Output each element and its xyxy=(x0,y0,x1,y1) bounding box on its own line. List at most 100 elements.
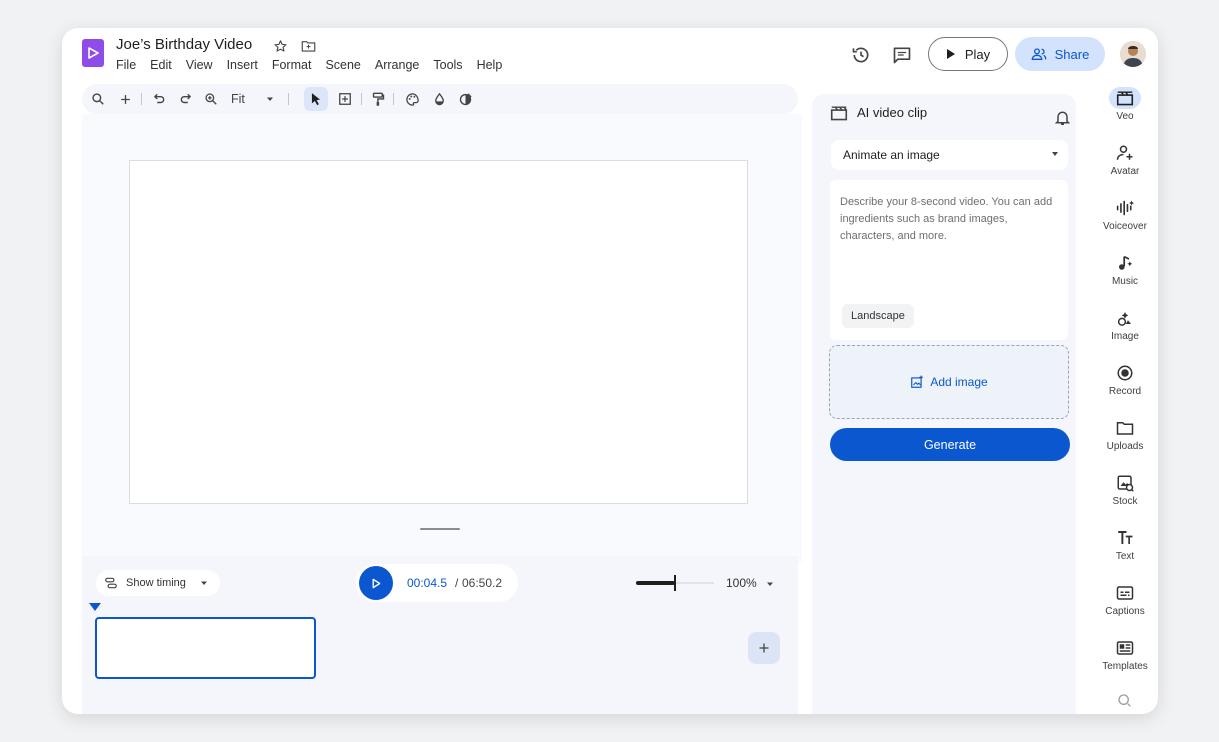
rail-item-captions[interactable]: Captions xyxy=(1095,582,1155,617)
star-icon[interactable] xyxy=(272,38,288,54)
prompt-input[interactable]: Describe your 8-second video. You can ad… xyxy=(830,180,1068,340)
rail-item-templates[interactable]: Templates xyxy=(1095,637,1155,672)
rail-label: Music xyxy=(1111,276,1139,287)
add-image-dropzone[interactable]: Add image xyxy=(829,345,1069,419)
fill-color-icon[interactable] xyxy=(431,91,447,107)
timeline-clip[interactable] xyxy=(95,617,316,679)
show-timing-dropdown[interactable]: Show timing xyxy=(96,570,220,596)
menu-view[interactable]: View xyxy=(186,58,213,72)
plus-icon xyxy=(759,643,769,653)
video-clip-icon xyxy=(830,105,850,123)
templates-icon xyxy=(1109,637,1141,659)
chevron-down-icon xyxy=(200,581,207,585)
show-timing-label: Show timing xyxy=(126,577,186,589)
more-tools-icon[interactable] xyxy=(1117,693,1133,709)
menu-arrange[interactable]: Arrange xyxy=(375,58,419,72)
redo-icon[interactable] xyxy=(178,91,194,107)
palette-icon[interactable] xyxy=(404,91,420,107)
avatar-icon xyxy=(1109,142,1141,164)
move-to-folder-icon[interactable] xyxy=(300,38,316,54)
timing-icon xyxy=(105,577,117,589)
rail-item-stock[interactable]: Stock xyxy=(1095,472,1155,507)
menu-edit[interactable]: Edit xyxy=(150,58,172,72)
add-icon[interactable] xyxy=(117,91,133,107)
rail-item-record[interactable]: Record xyxy=(1095,362,1155,397)
timeline-resize-handle[interactable] xyxy=(420,528,460,530)
share-button[interactable]: Share xyxy=(1015,37,1105,71)
rail-label: Veo xyxy=(1116,111,1134,122)
rail-item-text[interactable]: Text xyxy=(1095,527,1155,562)
vids-logo-icon[interactable] xyxy=(82,39,104,67)
aspect-ratio-chip[interactable]: Landscape xyxy=(842,304,914,328)
bell-icon[interactable] xyxy=(1054,109,1071,127)
rail-label: Image xyxy=(1111,331,1139,342)
comments-icon[interactable] xyxy=(890,43,914,67)
menu-format[interactable]: Format xyxy=(272,58,312,72)
menu-help[interactable]: Help xyxy=(477,58,503,72)
toolbar-divider xyxy=(141,93,142,105)
undo-icon[interactable] xyxy=(151,91,167,107)
version-history-icon[interactable] xyxy=(849,43,873,67)
cursor-icon[interactable] xyxy=(308,91,324,107)
timeline-play-button[interactable] xyxy=(359,566,393,600)
search-icon[interactable] xyxy=(90,91,106,107)
rail-label: Templates xyxy=(1102,661,1148,672)
folder-icon xyxy=(1109,417,1141,439)
play-button[interactable]: Play xyxy=(928,37,1008,71)
total-duration: 06:50.2 xyxy=(462,576,503,590)
zoom-fit-select[interactable]: Fit xyxy=(231,92,245,106)
current-time: 00:04.5 xyxy=(407,576,448,590)
rail-item-veo[interactable]: Veo xyxy=(1095,87,1155,122)
generate-button[interactable]: Generate xyxy=(830,428,1070,461)
voiceover-icon xyxy=(1109,197,1141,219)
time-separator: / xyxy=(455,576,459,590)
image-icon xyxy=(1109,307,1141,329)
zoom-slider-fill xyxy=(636,581,675,585)
mask-shape-icon[interactable] xyxy=(457,91,473,107)
rail-label: Text xyxy=(1115,551,1135,562)
chevron-down-icon[interactable] xyxy=(262,91,278,107)
play-icon xyxy=(946,49,955,59)
chevron-down-icon xyxy=(1052,152,1058,156)
add-image-icon xyxy=(911,375,924,388)
timeline-zoom-slider[interactable] xyxy=(636,575,714,591)
scene-canvas[interactable] xyxy=(129,160,748,504)
play-icon xyxy=(372,578,381,588)
stock-icon xyxy=(1109,472,1141,494)
text-icon xyxy=(1109,527,1141,549)
rail-label: Captions xyxy=(1105,606,1145,617)
rail-item-image[interactable]: Image xyxy=(1095,307,1155,342)
add-image-label: Add image xyxy=(930,375,988,389)
rail-label: Uploads xyxy=(1106,441,1144,452)
music-icon xyxy=(1109,252,1141,274)
document-title[interactable]: Joe’s Birthday Video xyxy=(116,36,252,53)
rail-item-music[interactable]: Music xyxy=(1095,252,1155,287)
rail-item-uploads[interactable]: Uploads xyxy=(1095,417,1155,452)
rail-label: Voiceover xyxy=(1103,221,1147,232)
zoom-in-icon[interactable] xyxy=(203,91,219,107)
rail-item-voiceover[interactable]: Voiceover xyxy=(1095,197,1155,232)
insert-textbox-icon[interactable] xyxy=(337,91,353,107)
panel-title: AI video clip xyxy=(857,105,928,120)
playback-controls: 00:04.5 / 06:50.2 xyxy=(356,564,518,602)
zoom-slider-thumb[interactable] xyxy=(674,575,676,591)
menu-tools[interactable]: Tools xyxy=(433,58,462,72)
mode-select[interactable]: Animate an image xyxy=(831,140,1068,170)
rail-item-avatar[interactable]: Avatar xyxy=(1095,142,1155,177)
menu-file[interactable]: File xyxy=(116,58,136,72)
add-scene-button[interactable] xyxy=(748,632,780,664)
menu-scene[interactable]: Scene xyxy=(325,58,360,72)
playhead-marker[interactable] xyxy=(89,603,101,611)
zoom-percentage: 100% xyxy=(726,576,757,590)
paint-format-icon[interactable] xyxy=(370,91,386,107)
chevron-down-icon[interactable] xyxy=(766,580,774,588)
veo-icon xyxy=(1109,87,1141,109)
share-button-label: Share xyxy=(1054,46,1090,62)
toolbar-divider xyxy=(393,93,394,105)
rail-label: Stock xyxy=(1112,496,1138,507)
menu-insert[interactable]: Insert xyxy=(227,58,258,72)
avatar[interactable] xyxy=(1120,41,1146,67)
app-window: Joe’s Birthday Video File Edit View Inse… xyxy=(62,28,1158,714)
toolbar-divider xyxy=(288,93,289,105)
toolbar-divider xyxy=(361,93,362,105)
